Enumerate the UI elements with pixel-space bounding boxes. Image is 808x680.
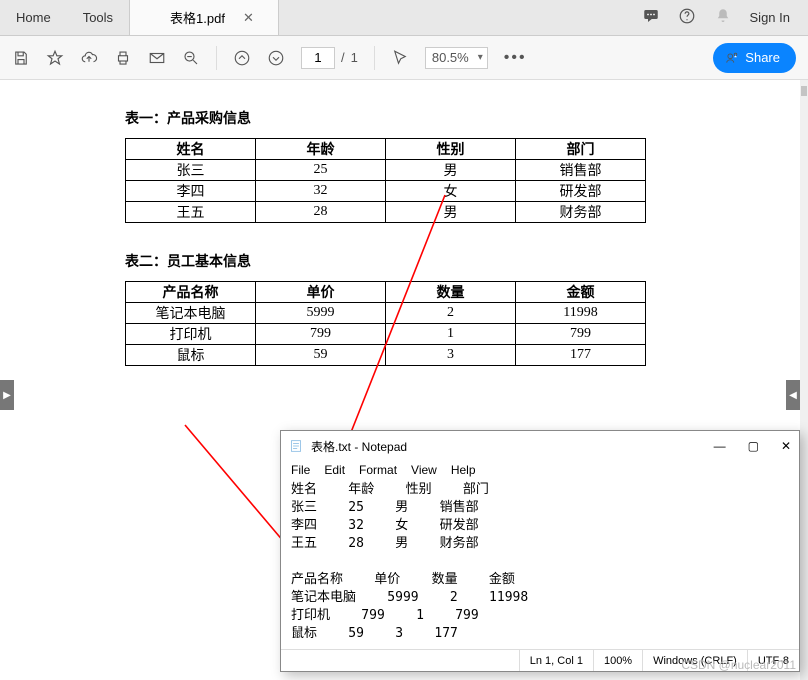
- divider: [374, 46, 375, 70]
- panel-expand-right-icon[interactable]: ◀: [786, 380, 800, 410]
- chat-icon[interactable]: [642, 7, 660, 28]
- vertical-scrollbar[interactable]: [800, 80, 808, 680]
- notepad-menubar: File Edit Format View Help: [281, 461, 799, 481]
- minimize-icon[interactable]: —: [714, 439, 726, 453]
- panel-expand-left-icon[interactable]: ▶: [0, 380, 14, 410]
- maximize-icon[interactable]: ▢: [748, 439, 759, 453]
- table-row: 打印机7991799: [126, 324, 646, 345]
- tab-document[interactable]: 表格1.pdf ✕: [129, 0, 279, 35]
- more-icon[interactable]: •••: [504, 49, 527, 67]
- table-row: 姓名年龄性别部门: [126, 139, 646, 160]
- watermark: CSDN @nuclear2011: [681, 658, 796, 672]
- table-row: 笔记本电脑5999211998: [126, 303, 646, 324]
- close-icon[interactable]: ✕: [243, 10, 254, 26]
- page-indicator: / 1: [301, 47, 358, 69]
- select-cursor-icon[interactable]: [391, 49, 409, 67]
- table2: 产品名称单价数量金额 笔记本电脑5999211998 打印机7991799 鼠标…: [125, 281, 646, 366]
- bell-icon[interactable]: [714, 7, 732, 28]
- tab-tools[interactable]: Tools: [67, 0, 129, 35]
- zoom-out-icon[interactable]: [182, 49, 200, 67]
- tab-home[interactable]: Home: [0, 0, 67, 35]
- table-row: 产品名称单价数量金额: [126, 282, 646, 303]
- zoom-value: 80.5%: [432, 50, 469, 65]
- table1: 姓名年龄性别部门 张三25男销售部 李四32女研发部 王五28男财务部: [125, 138, 646, 223]
- table-row: 王五28男财务部: [126, 202, 646, 223]
- sign-in-link[interactable]: Sign In: [750, 10, 790, 25]
- menu-help[interactable]: Help: [451, 463, 476, 477]
- notepad-title-text: 表格.txt - Notepad: [311, 438, 407, 455]
- page-down-icon[interactable]: [267, 49, 285, 67]
- page-sep: /: [341, 50, 345, 65]
- save-icon[interactable]: [12, 49, 30, 67]
- table-row: 张三25男销售部: [126, 160, 646, 181]
- notepad-app-icon: [289, 439, 303, 453]
- share-label: Share: [745, 50, 780, 65]
- table1-title: 表一：产品采购信息: [125, 108, 770, 128]
- table-row: 李四32女研发部: [126, 181, 646, 202]
- menu-edit[interactable]: Edit: [324, 463, 345, 477]
- page-up-icon[interactable]: [233, 49, 251, 67]
- zoom-select[interactable]: 80.5%: [425, 47, 488, 69]
- help-icon[interactable]: [678, 7, 696, 28]
- close-icon[interactable]: ✕: [781, 439, 791, 453]
- page-total: 1: [351, 50, 358, 65]
- tab-bar: Home Tools 表格1.pdf ✕ Sign In: [0, 0, 808, 36]
- print-icon[interactable]: [114, 49, 132, 67]
- menu-format[interactable]: Format: [359, 463, 397, 477]
- tab-document-label: 表格1.pdf: [170, 8, 225, 27]
- menu-view[interactable]: View: [411, 463, 437, 477]
- cloud-upload-icon[interactable]: [80, 49, 98, 67]
- scrollbar-thumb[interactable]: [801, 86, 807, 96]
- page-current-input[interactable]: [301, 47, 335, 69]
- star-icon[interactable]: [46, 49, 64, 67]
- notepad-textarea[interactable]: 姓名 年龄 性别 部门 张三 25 男 销售部 李四 32 女 研发部 王五 2…: [281, 481, 799, 649]
- table-row: 鼠标593177: [126, 345, 646, 366]
- notepad-titlebar[interactable]: 表格.txt - Notepad — ▢ ✕: [281, 431, 799, 461]
- mail-icon[interactable]: [148, 49, 166, 67]
- document-page: 表一：产品采购信息 姓名年龄性别部门 张三25男销售部 李四32女研发部 王五2…: [30, 108, 770, 366]
- status-position: Ln 1, Col 1: [519, 650, 593, 671]
- menu-file[interactable]: File: [291, 463, 310, 477]
- share-button[interactable]: Share: [713, 43, 796, 73]
- notepad-window: 表格.txt - Notepad — ▢ ✕ File Edit Format …: [280, 430, 800, 672]
- divider: [216, 46, 217, 70]
- toolbar: / 1 80.5% ••• Share: [0, 36, 808, 80]
- table2-title: 表二：员工基本信息: [125, 251, 770, 271]
- status-zoom: 100%: [593, 650, 642, 671]
